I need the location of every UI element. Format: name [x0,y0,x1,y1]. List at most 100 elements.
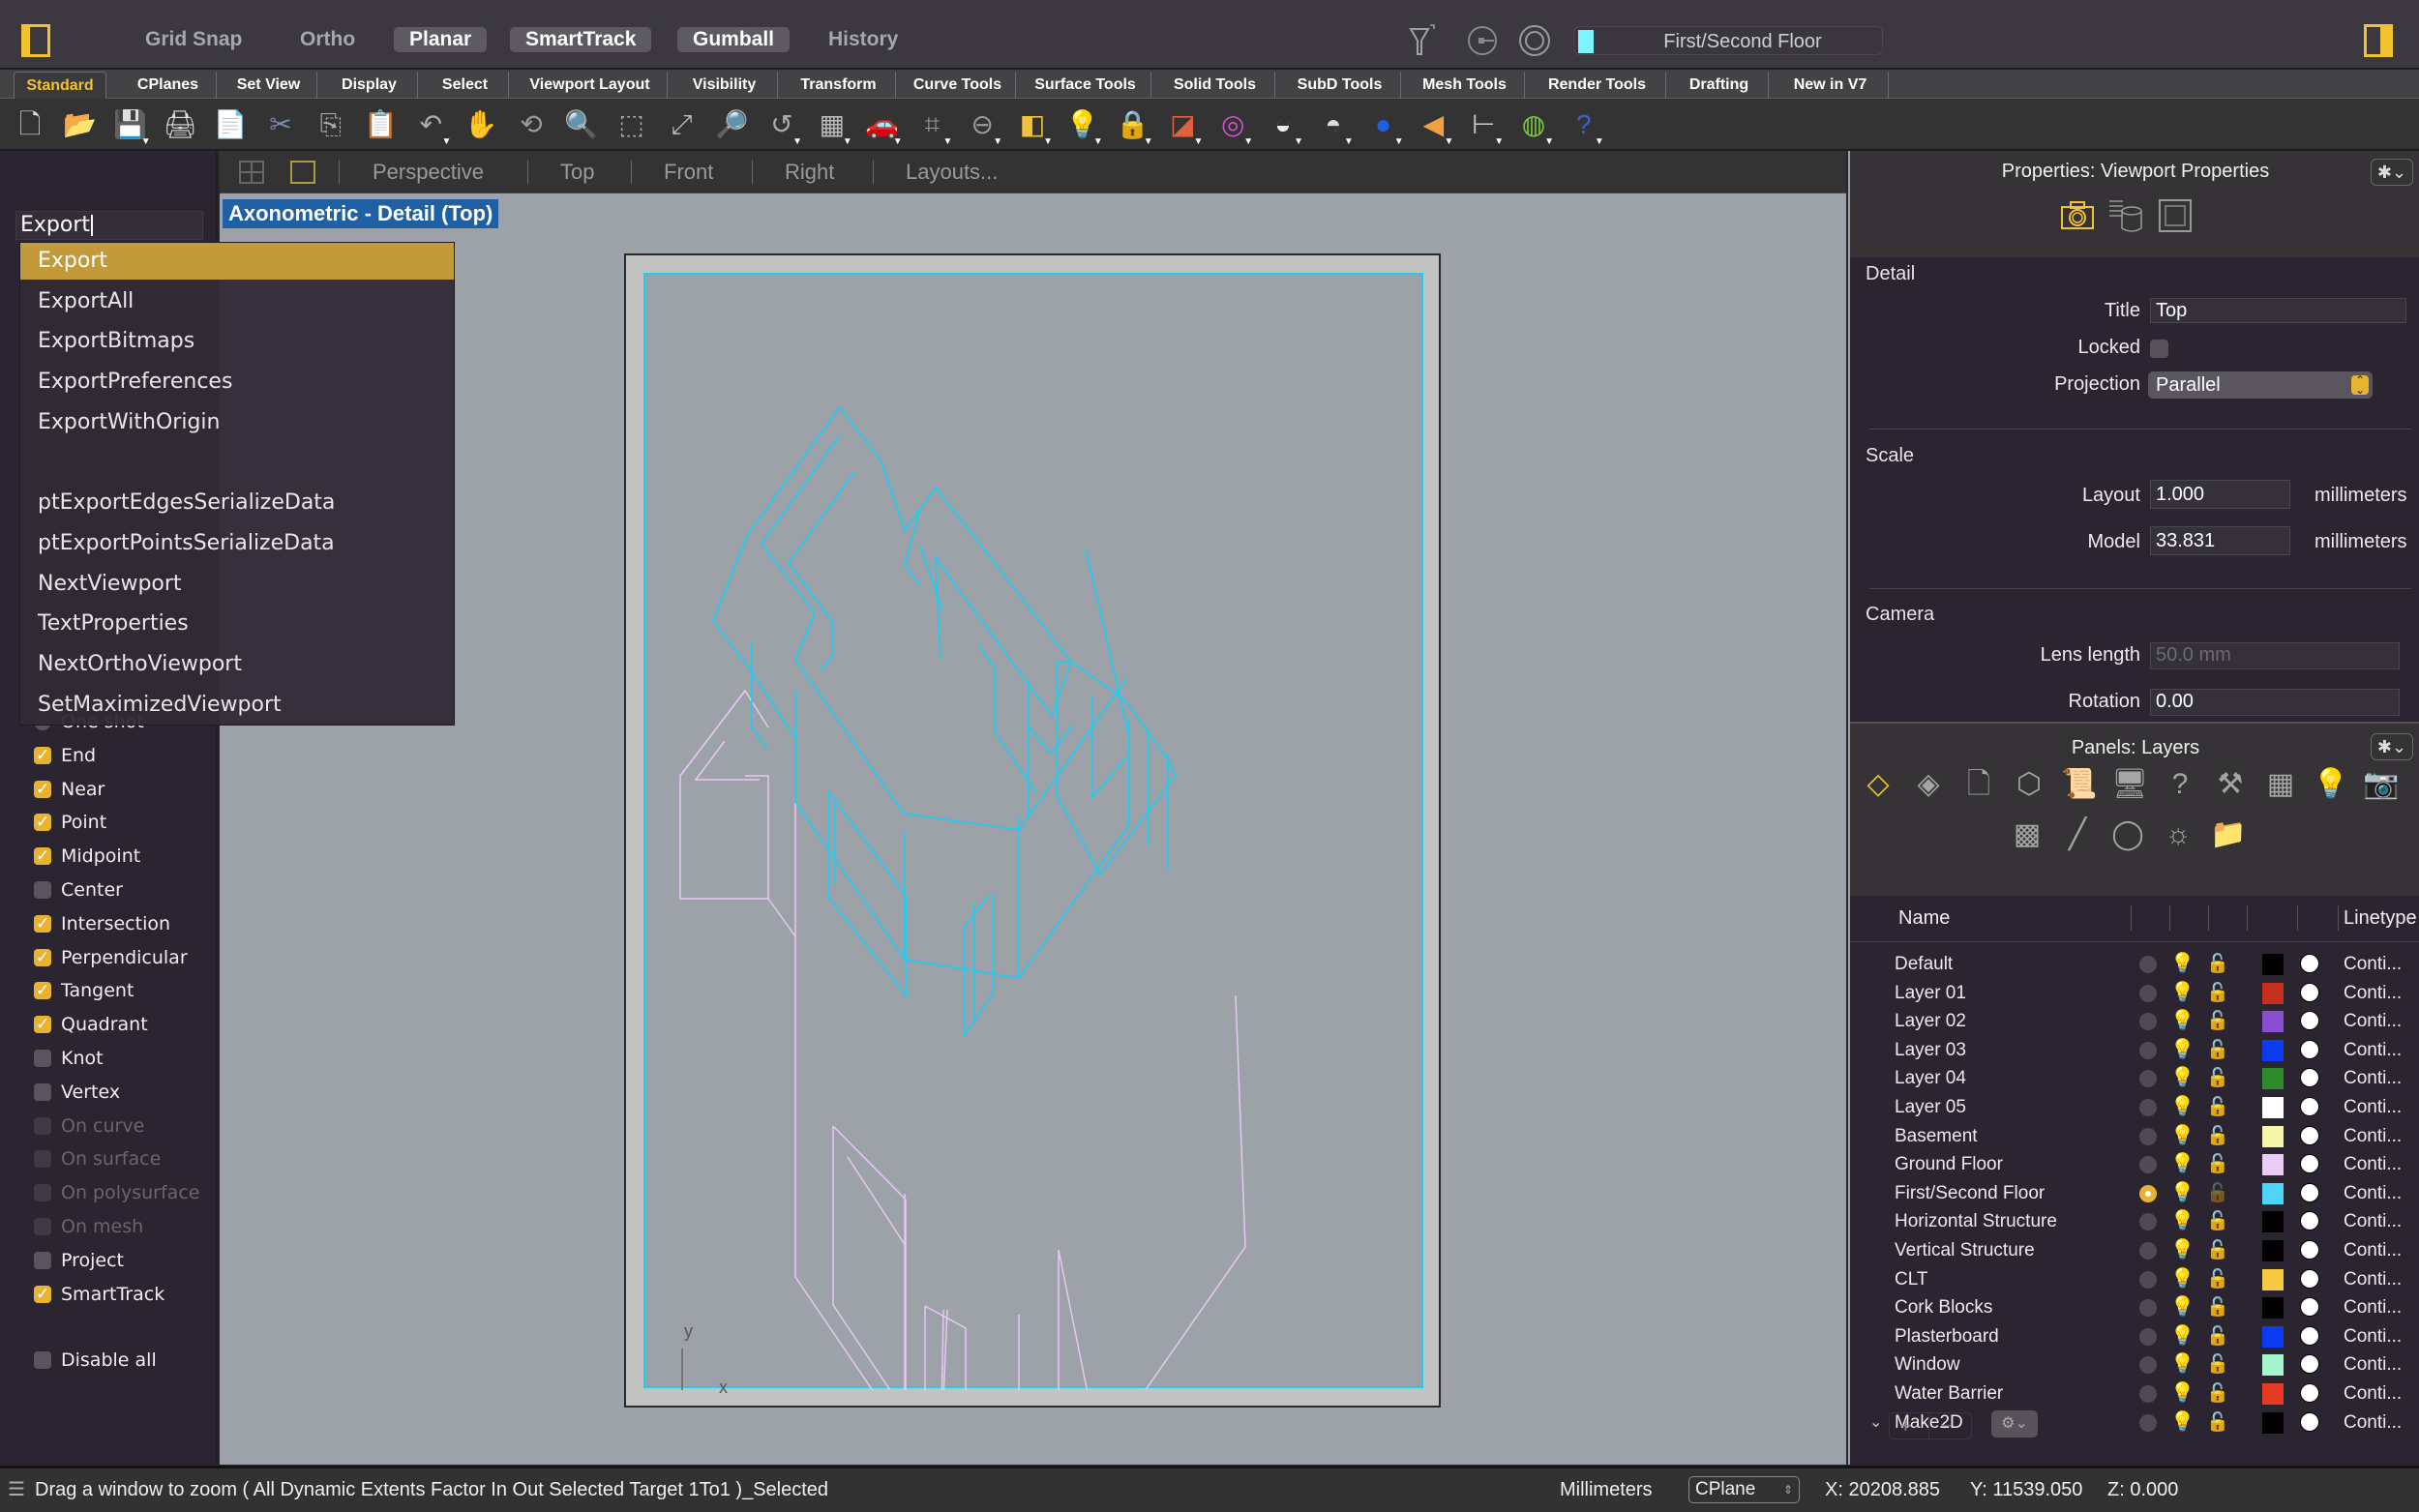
checkbox[interactable] [34,1281,51,1308]
viewport-canvas[interactable]: Axonometric - Detail (Top) y x [220,193,1846,1466]
scroll-icon[interactable]: 📜 [2061,766,2098,803]
layout-scale-field[interactable]: 1.000 [2150,480,2290,509]
help-icon[interactable]: ? ▼ [1566,106,1604,147]
rotation-field[interactable]: 0.00 [2150,689,2400,716]
material-icon[interactable] [2300,982,2319,1002]
autocomplete-item[interactable]: ptExportEdgesSerializeData [20,485,454,521]
dimension-icon[interactable]: ⊢ ▼ [1465,106,1504,147]
visibility-bulb-icon[interactable]: 💡 [2170,1036,2195,1064]
shaded-sphere-icon[interactable]: ◒ ▼ [1265,106,1303,147]
tab-curve-tools[interactable]: Curve Tools [900,72,1016,99]
linetype-value[interactable]: Conti... [2344,1064,2402,1092]
cplane-select[interactable]: CPlane ⇕ [1688,1476,1800,1503]
osnap-on-curve[interactable]: On curve [34,1112,144,1140]
current-layer-radio[interactable] [2139,956,2157,973]
linetype-column-header[interactable]: Linetype [2344,907,2417,930]
viewport-tab-right[interactable]: Right [785,159,834,186]
tab-viewport-layout[interactable]: Viewport Layout [513,72,668,99]
linetype-value[interactable]: Conti... [2344,1150,2402,1178]
osnap-point[interactable]: Point [34,809,106,836]
tab-new-in-v7[interactable]: New in V7 [1773,72,1889,99]
layer-name[interactable]: Layer 01 [1895,979,1966,1007]
visibility-bulb-icon[interactable]: 💡 [2170,1007,2195,1035]
undo-view-icon[interactable]: ↺ ▼ [763,106,802,147]
layer-color-swatch[interactable] [2262,1154,2284,1176]
unlock-icon[interactable]: 🔓 [2206,1350,2229,1379]
visibility-bulb-icon[interactable]: 💡 [2170,950,2195,978]
planar-toggle[interactable]: Planar [394,27,488,52]
linetype-value[interactable]: Conti... [2344,1207,2402,1235]
properties-options-button[interactable]: ✱⌄ [2371,159,2413,186]
command-input[interactable]: Export [15,211,203,240]
visibility-bulb-icon[interactable]: 💡 [2170,1150,2195,1178]
unlock-icon[interactable]: 🔓 [2206,1007,2229,1035]
layer-color-swatch[interactable] [2262,1240,2284,1261]
material-icon[interactable] [2300,1125,2319,1145]
undo-icon[interactable]: ↶ ▼ [412,106,452,147]
osnap-on-polysurface[interactable]: On polysurface [34,1179,199,1206]
layer-color-swatch[interactable] [2262,1011,2284,1033]
layer-color-swatch[interactable] [2262,1325,2284,1348]
autocomplete-item[interactable]: NextOrthoViewport [20,646,454,683]
layer-row[interactable]: Horizontal Structure 💡 🔓 Conti... [1850,1207,2419,1236]
osnap-tangent[interactable]: Tangent [34,977,134,1004]
material-icon[interactable] [2300,1240,2319,1260]
current-layer-radio[interactable] [2139,1099,2157,1116]
layer-icon[interactable]: ◪ ▼ [1164,106,1203,147]
autocomplete-item[interactable]: SetMaximizedViewport [20,687,454,724]
visibility-bulb-icon[interactable]: 💡 [2170,1293,2195,1321]
selection-filter-icon[interactable] [1403,21,1442,60]
autocomplete-item[interactable]: NextViewport [20,566,454,603]
layer-name[interactable]: Horizontal Structure [1895,1207,2057,1235]
linetype-value[interactable]: Conti... [2344,1036,2402,1064]
unlock-icon[interactable]: 🔓 [2206,1036,2229,1064]
layers-icon[interactable]: ◇ [1860,766,1896,803]
color-wheel-icon[interactable]: ◎ ▼ [1214,106,1253,147]
gumball-toggle[interactable]: Gumball [677,27,791,52]
zoom-selected-icon[interactable]: 🔎 [713,106,750,143]
unlock-icon[interactable]: 🔓 [2206,1122,2229,1150]
tab-solid-tools[interactable]: Solid Tools [1155,72,1275,99]
left-sidebar-toggle-icon[interactable] [21,24,50,57]
osnap-icon[interactable]: ⊖ ▼ [964,106,1002,147]
layer-row[interactable]: Plasterboard 💡 🔓 Conti... [1850,1322,2419,1351]
autocomplete-item[interactable]: ExportPreferences [20,364,454,400]
layer-name[interactable]: Layer 03 [1895,1036,1966,1064]
material-icon[interactable] [2300,1268,2319,1289]
visibility-bulb-icon[interactable]: 💡 [2170,1207,2195,1235]
frame-icon[interactable] [2157,197,2194,234]
tab-render-tools[interactable]: Render Tools [1529,72,1666,99]
layer-color-swatch[interactable] [2262,982,2284,1004]
page-icon[interactable]: 🗋 [1960,766,1997,803]
material-icon[interactable] [2300,1039,2319,1059]
car-icon[interactable]: 🚗 ▼ [864,106,902,147]
unlock-icon[interactable]: 🔓 [2206,1293,2229,1321]
layer-row[interactable]: Vertical Structure 💡 🔓 Conti... [1850,1236,2419,1265]
osnap-knot[interactable]: Knot [34,1045,104,1072]
tab-set-view[interactable]: Set View [221,72,317,99]
visibility-bulb-icon[interactable]: 💡 [2170,1179,2195,1207]
unlock-icon[interactable]: 🔓 [2206,950,2229,978]
drafting-tools-icon[interactable]: ⚒ [2212,766,2249,803]
tab-mesh-tools[interactable]: Mesh Tools [1405,72,1525,99]
visibility-bulb-icon[interactable]: 💡 [2170,1064,2195,1092]
viewport-tab-perspective[interactable]: Perspective [373,159,484,186]
smarttrack-toggle[interactable]: SmartTrack [510,27,652,52]
database-icon[interactable] [2107,197,2144,234]
tube-icon[interactable]: ╱ [2059,816,2096,853]
osnap-intersection[interactable]: Intersection [34,910,170,937]
disable-all-osnap[interactable]: Disable all [34,1347,157,1374]
current-layer-radio[interactable] [2139,984,2157,1002]
layer-name[interactable]: Layer 02 [1895,1007,1966,1035]
layer-name[interactable]: First/Second Floor [1895,1179,2045,1207]
layer-name[interactable]: Default [1895,950,1953,978]
osnap-midpoint[interactable]: Midpoint [34,843,140,870]
layer-row[interactable]: Water Barrier 💡 🔓 Conti... [1850,1379,2419,1408]
tab-select[interactable]: Select [422,72,509,99]
layer-row[interactable]: Cork Blocks 💡 🔓 Conti... [1850,1293,2419,1322]
current-layer-radio[interactable] [2139,1385,2157,1403]
layer-name[interactable]: Vertical Structure [1895,1236,2035,1264]
rotate-view-icon[interactable]: ⟲ [513,106,550,143]
unlock-icon[interactable]: 🔓 [2206,1064,2229,1092]
unlock-icon[interactable]: 🔓 [2206,1265,2229,1293]
